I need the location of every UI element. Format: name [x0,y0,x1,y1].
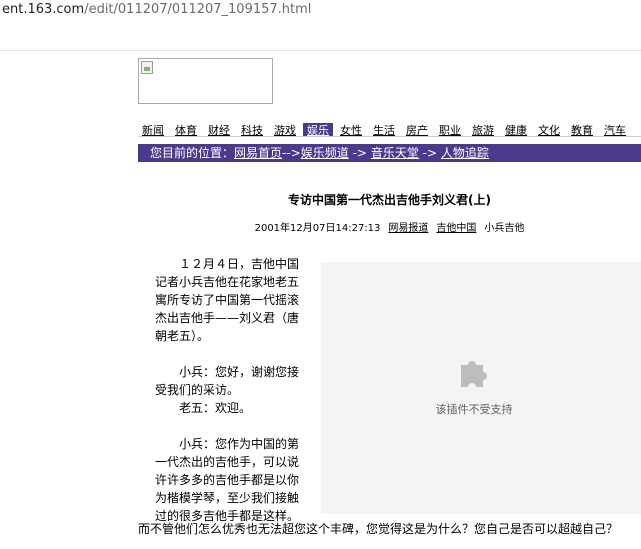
crumb-people[interactable]: 人物追踪 [441,146,489,160]
nav-item[interactable]: 健康 [501,123,531,136]
source-link-guitarchina[interactable]: 吉他中国 [436,223,476,234]
paragraph-q1: 小兵：您好，谢谢您接受我们的采访。 [155,365,300,397]
nav-item[interactable]: 游戏 [270,123,300,136]
paragraph-intro: １２月４日，吉他中国记者小兵吉他在花家地老五寓所专访了中国第一代摇滚杰出吉他手—… [155,257,300,343]
url-path: /edit/011207/011207_109157.html [84,2,312,17]
nav-item[interactable]: 新闻 [138,123,168,136]
nav-item[interactable]: 生活 [369,123,399,136]
nav-item[interactable]: 财经 [204,123,234,136]
crumb-music[interactable]: 音乐天堂 [371,146,419,160]
url-host: ent.163.com [2,2,85,17]
nav-item-active[interactable]: 娱乐 [303,123,333,136]
unsupported-plugin[interactable]: 该插件不受支持 [321,262,641,514]
location-prefix: 您目前的位置： [150,146,235,160]
nav-item[interactable]: 房产 [402,123,432,136]
nav-item[interactable]: 汽车 [600,123,630,136]
crumb-separator: -> [352,146,367,160]
paragraph-a1: 老五：欢迎。 [155,401,252,415]
article-datetime: 2001年12月07日14:27:13 [254,223,381,234]
source-link-netease[interactable]: 网易报道 [388,223,428,234]
location-bar: 您目前的位置：网易首页-->娱乐频道 -> 音乐天堂 -> 人物追踪 [138,144,641,162]
nav-item[interactable]: 教育 [567,123,597,136]
nav-item[interactable]: 文化 [534,123,564,136]
article-body: １２月４日，吉他中国记者小兵吉他在花家地老五寓所专访了中国第一代摇滚杰出吉他手—… [155,255,308,525]
logo-broken-image[interactable] [138,58,273,104]
paragraph-q2-continued: 而不管他们怎么优秀也无法超您这个丰碑，您觉得这是为什么？您自己是否可以超越自己？ [138,522,619,536]
puzzle-icon [461,361,487,387]
crumb-separator: --> [282,146,301,160]
nav-item[interactable]: 旅游 [468,123,498,136]
nav-item[interactable]: 女性 [336,123,366,136]
browser-divider [0,50,641,51]
nav-item[interactable]: 科技 [237,123,267,136]
nav-item[interactable]: 职业 [435,123,465,136]
article-author: 小兵吉他 [484,223,525,234]
address-bar[interactable]: ent.163.com/edit/011207/011207_109157.ht… [0,0,641,22]
crumb-ent[interactable]: 娱乐频道 [301,146,349,160]
channel-nav: 新闻 体育 财经 科技 游戏 娱乐 女性 生活 房产 职业 旅游 健康 文化 教育 汽车 [138,119,641,137]
crumb-separator: -> [422,146,438,160]
article-meta: 2001年12月07日14:27:13 网易报道 吉他中国 小兵吉他 [138,219,641,234]
paragraph-q2: 小兵：您作为中国的第一代杰出的吉他手，可以说许许多多的吉他手都是以你为楷模学琴，… [155,437,300,523]
plugin-message: 该插件不受支持 [435,403,513,416]
nav-item[interactable]: 体育 [171,123,201,136]
article-title: 专访中国第一代杰出吉他手刘义君(上) [288,193,491,207]
crumb-home[interactable]: 网易首页 [234,146,282,160]
broken-image-icon [141,61,153,74]
